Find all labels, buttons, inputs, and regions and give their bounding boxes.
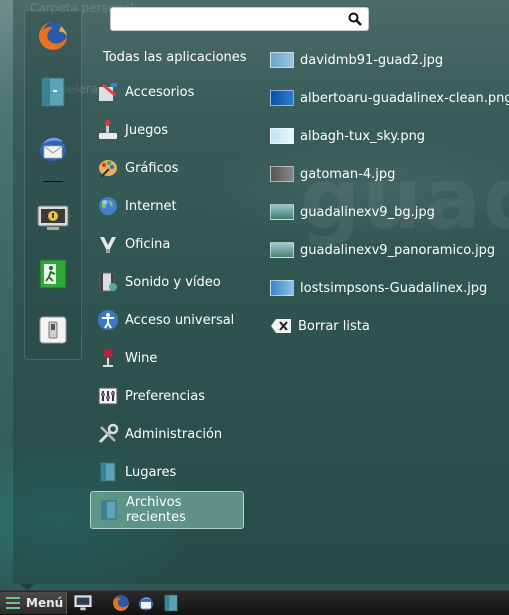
search-icon[interactable] — [348, 12, 362, 26]
image-thumbnail-icon — [270, 90, 294, 106]
image-thumbnail-icon — [270, 280, 294, 296]
recent-file-name: albagh-tux_sky.png — [300, 128, 426, 144]
accessories-icon — [97, 81, 119, 103]
thunderbird-icon[interactable] — [137, 594, 155, 612]
category-acceso-universal[interactable]: Acceso universal — [90, 302, 242, 338]
recent-file-name: albertoaru-guadalinex-clean.png — [300, 90, 509, 106]
recent-file-item[interactable]: albertoaru-guadalinex-clean.png — [270, 87, 509, 109]
shutdown-icon[interactable] — [36, 313, 70, 347]
taskbar: Menú — [0, 590, 509, 615]
category-label: Lugares — [125, 464, 177, 480]
menu-icon — [6, 597, 20, 609]
category-label: Preferencias — [125, 388, 206, 404]
logout-icon[interactable] — [36, 257, 70, 291]
category-internet[interactable]: Internet — [90, 188, 242, 224]
category-accesorios[interactable]: Accesorios — [90, 74, 242, 110]
favorites-bar — [24, 10, 82, 360]
places-icon — [97, 461, 119, 483]
firefox-icon[interactable] — [36, 19, 70, 53]
files-icon[interactable] — [36, 75, 70, 109]
games-icon — [97, 119, 119, 141]
image-thumbnail-icon — [270, 52, 294, 68]
multimedia-icon — [97, 271, 119, 293]
all-applications-button[interactable]: Todas las aplicaciones — [103, 50, 247, 65]
recent-file-item[interactable]: gatoman-4.jpg — [270, 163, 395, 185]
category-label: Internet — [125, 198, 177, 214]
lock-screen-icon[interactable] — [36, 201, 70, 235]
recent-file-name: guadalinexv9_bg.jpg — [300, 204, 435, 220]
category-juegos[interactable]: Juegos — [90, 112, 242, 148]
recent-file-item[interactable]: guadalinexv9_bg.jpg — [270, 201, 435, 223]
category-wine[interactable]: Wine — [90, 340, 242, 376]
category-label: Accesorios — [125, 84, 195, 100]
category-preferencias[interactable]: Preferencias — [90, 378, 242, 414]
clear-icon — [271, 319, 291, 333]
preferences-icon — [97, 385, 119, 407]
thunderbird-icon[interactable] — [36, 131, 70, 165]
firefox-icon[interactable] — [112, 594, 130, 612]
internet-icon — [97, 195, 119, 217]
category-label: Gráficos — [125, 160, 179, 176]
show-desktop-icon[interactable] — [74, 594, 92, 612]
graphics-icon — [97, 157, 119, 179]
recent-file-item[interactable]: lostsimpsons-Guadalinex.jpg — [270, 277, 487, 299]
image-thumbnail-icon — [270, 128, 294, 144]
image-thumbnail-icon — [270, 166, 294, 182]
category-graficos[interactable]: Gráficos — [90, 150, 242, 186]
recent-file-item[interactable]: guadalinexv9_panoramico.jpg — [270, 239, 495, 261]
clear-list-button[interactable]: Borrar lista — [270, 315, 370, 337]
search-box[interactable] — [110, 7, 369, 31]
accessibility-icon — [97, 309, 119, 331]
clear-list-label: Borrar lista — [298, 318, 370, 334]
image-thumbnail-icon — [270, 242, 294, 258]
files-icon[interactable] — [162, 594, 180, 612]
category-label: Oficina — [125, 236, 171, 252]
category-sonido-video[interactable]: Sonido y vídeo — [90, 264, 242, 300]
search-input[interactable] — [117, 10, 346, 29]
recent-file-item[interactable]: davidmb91-guad2.jpg — [270, 49, 443, 71]
category-label: Administración — [125, 426, 223, 442]
recent-file-item[interactable]: albagh-tux_sky.png — [270, 125, 425, 147]
category-oficina[interactable]: Oficina — [90, 226, 242, 262]
wine-icon — [97, 347, 119, 369]
administration-icon — [97, 423, 119, 445]
category-label: Acceso universal — [125, 312, 235, 328]
category-administracion[interactable]: Administración — [90, 416, 242, 452]
image-thumbnail-icon — [270, 204, 294, 220]
menu-button-label: Menú — [26, 596, 64, 610]
recent-file-name: gatoman-4.jpg — [300, 166, 396, 182]
category-lugares[interactable]: Lugares — [90, 454, 242, 490]
menu-button[interactable]: Menú — [0, 592, 67, 614]
recent-file-name: lostsimpsons-Guadalinex.jpg — [300, 280, 488, 296]
category-label: Wine — [125, 350, 158, 366]
category-label: Sonido y vídeo — [125, 274, 221, 290]
category-label: Archivos recientes — [126, 495, 186, 525]
category-archivos-recientes[interactable]: Archivos recientes — [90, 491, 244, 529]
office-icon — [97, 233, 119, 255]
category-label: Juegos — [125, 122, 169, 138]
recent-files-icon — [98, 499, 120, 521]
recent-file-name: guadalinexv9_panoramico.jpg — [300, 242, 496, 258]
recent-file-name: davidmb91-guad2.jpg — [300, 52, 444, 68]
favorites-separator — [43, 181, 63, 182]
